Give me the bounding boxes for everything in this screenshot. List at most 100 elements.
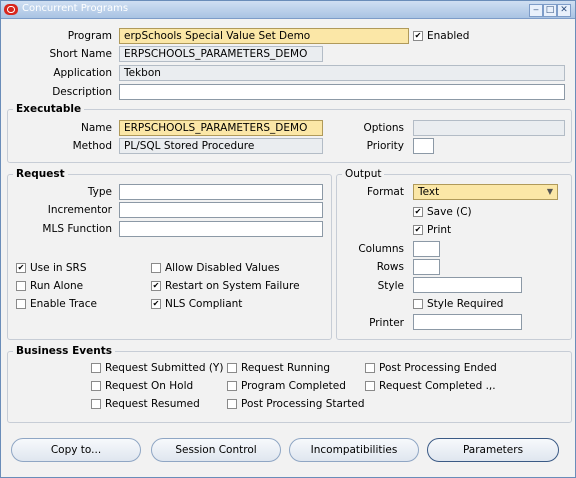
post-processing-started-label: Post Processing Started — [241, 398, 365, 410]
parameters-button[interactable]: Parameters — [427, 438, 559, 462]
chevron-down-icon[interactable]: ▼ — [547, 185, 553, 199]
mls-function-field[interactable] — [119, 221, 323, 237]
checkbox-box: ✔ — [151, 299, 161, 309]
close-icon[interactable]: ✕ — [557, 4, 571, 17]
checkbox-box: ✔ — [151, 281, 161, 291]
request-completed-label: Request Completed .,. — [379, 380, 496, 392]
rows-label: Rows — [376, 261, 404, 273]
program-completed-checkbox[interactable]: Program Completed — [227, 380, 346, 392]
description-field[interactable] — [119, 84, 565, 100]
checkbox-box — [16, 299, 26, 309]
printer-label: Printer — [369, 317, 404, 329]
checkbox-box — [91, 381, 101, 391]
output-section-title: Output — [342, 168, 385, 180]
executable-section-title: Executable — [13, 103, 85, 115]
save-label: Save (C) — [427, 206, 472, 218]
format-select[interactable]: Text ▼ — [413, 184, 558, 200]
mls-function-label: MLS Function — [42, 223, 112, 235]
style-field[interactable] — [413, 277, 522, 293]
executable-frame — [7, 109, 572, 163]
style-required-checkbox[interactable]: Style Required — [413, 298, 503, 310]
checkbox-box — [151, 263, 161, 273]
checkbox-box — [365, 363, 375, 373]
request-completed-checkbox[interactable]: Request Completed .,. — [365, 380, 496, 392]
allow-disabled-values-checkbox[interactable]: Allow Disabled Values — [151, 262, 280, 274]
request-on-hold-label: Request On Hold — [105, 380, 194, 392]
style-required-label: Style Required — [427, 298, 504, 310]
enable-trace-checkbox[interactable]: Enable Trace — [16, 298, 97, 310]
concurrent-programs-window: Concurrent Programs ‒ □ ✕ Program erpSch… — [0, 0, 576, 478]
enabled-checkbox[interactable]: ✔ Enabled — [413, 30, 469, 42]
request-submitted-checkbox[interactable]: Request Submitted (Y) — [91, 362, 223, 374]
request-resumed-checkbox[interactable]: Request Resumed — [91, 398, 200, 410]
checkbox-box — [91, 399, 101, 409]
incompatibilities-button[interactable]: Incompatibilities — [289, 438, 419, 462]
checkbox-box — [227, 399, 237, 409]
post-processing-started-checkbox[interactable]: Post Processing Started — [227, 398, 365, 410]
save-checkbox[interactable]: ✔ Save (C) — [413, 206, 472, 218]
columns-field[interactable] — [413, 241, 440, 257]
options-label: Options — [363, 122, 404, 134]
checkbox-box — [227, 381, 237, 391]
type-field[interactable] — [119, 184, 323, 200]
exec-name-label: Name — [81, 122, 112, 134]
type-label: Type — [87, 186, 112, 198]
style-label: Style — [377, 280, 404, 292]
incrementor-field[interactable] — [119, 202, 323, 218]
checkbox-box — [365, 381, 375, 391]
checkbox-box: ✔ — [16, 263, 26, 273]
checkbox-box — [413, 299, 423, 309]
printer-field[interactable] — [413, 314, 522, 330]
window-title: Concurrent Programs — [22, 3, 129, 14]
post-processing-ended-label: Post Processing Ended — [379, 362, 497, 374]
run-alone-label: Run Alone — [30, 280, 84, 292]
method-label: Method — [72, 140, 112, 152]
session-control-button[interactable]: Session Control — [151, 438, 281, 462]
business-events-title: Business Events — [13, 345, 115, 357]
enable-trace-label: Enable Trace — [30, 298, 97, 310]
program-field[interactable]: erpSchools Special Value Set Demo — [119, 28, 409, 44]
post-processing-ended-checkbox[interactable]: Post Processing Ended — [365, 362, 497, 374]
short-name-label: Short Name — [49, 48, 113, 60]
print-checkbox[interactable]: ✔ Print — [413, 224, 451, 236]
priority-field[interactable] — [413, 138, 434, 154]
maximize-icon[interactable]: □ — [543, 4, 557, 17]
request-resumed-label: Request Resumed — [105, 398, 200, 410]
minimize-icon[interactable]: ‒ — [529, 4, 543, 17]
copy-to-button[interactable]: Copy to... — [11, 438, 141, 462]
run-alone-checkbox[interactable]: Run Alone — [16, 280, 83, 292]
use-in-srs-checkbox[interactable]: ✔ Use in SRS — [16, 262, 87, 274]
application-label: Application — [53, 67, 112, 79]
options-field[interactable] — [413, 120, 565, 136]
format-label: Format — [366, 186, 404, 198]
application-field[interactable]: Tekbon — [119, 65, 565, 81]
checkbox-box — [16, 281, 26, 291]
request-submitted-label: Request Submitted (Y) — [105, 362, 224, 374]
columns-label: Columns — [358, 243, 404, 255]
enabled-label: Enabled — [427, 30, 470, 42]
request-section-title: Request — [13, 168, 68, 180]
use-in-srs-label: Use in SRS — [30, 262, 87, 274]
nls-label: NLS Compliant — [165, 298, 243, 310]
exec-name-field[interactable]: ERPSCHOOLS_PARAMETERS_DEMO — [119, 120, 323, 136]
description-label: Description — [52, 86, 112, 98]
format-value: Text — [418, 186, 440, 198]
restart-label: Restart on System Failure — [165, 280, 300, 292]
request-running-checkbox[interactable]: Request Running — [227, 362, 330, 374]
short-name-field[interactable]: ERPSCHOOLS_PARAMETERS_DEMO — [119, 46, 323, 62]
request-on-hold-checkbox[interactable]: Request On Hold — [91, 380, 193, 392]
checkbox-box — [227, 363, 237, 373]
oracle-app-icon — [4, 4, 18, 15]
print-label: Print — [427, 224, 452, 236]
checkbox-box: ✔ — [413, 207, 423, 217]
method-field[interactable]: PL/SQL Stored Procedure — [119, 138, 323, 154]
rows-field[interactable] — [413, 259, 440, 275]
checkbox-box: ✔ — [413, 225, 423, 235]
allow-disabled-label: Allow Disabled Values — [165, 262, 280, 274]
restart-on-failure-checkbox[interactable]: ✔ Restart on System Failure — [151, 280, 300, 292]
nls-compliant-checkbox[interactable]: ✔ NLS Compliant — [151, 298, 242, 310]
program-completed-label: Program Completed — [241, 380, 346, 392]
checkbox-box: ✔ — [413, 31, 423, 41]
incrementor-label: Incrementor — [47, 204, 112, 216]
priority-label: Priority — [366, 140, 404, 152]
